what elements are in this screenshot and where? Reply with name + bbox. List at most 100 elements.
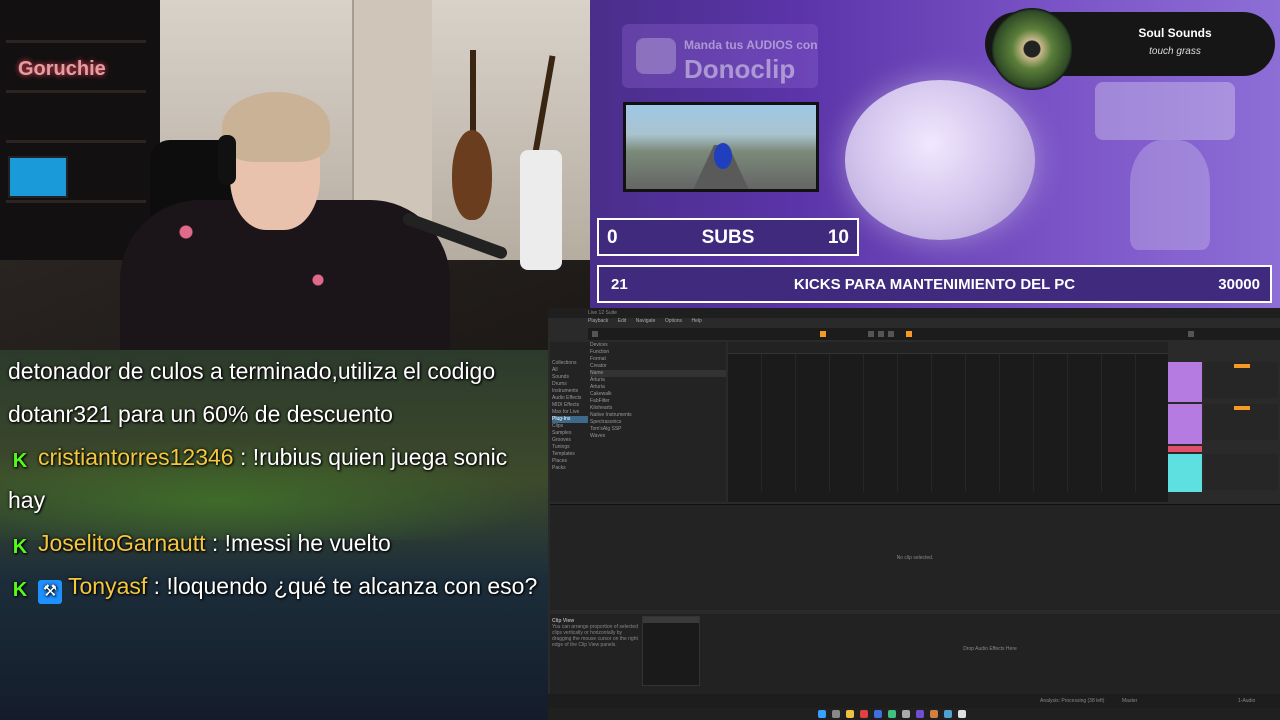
menu-edit[interactable]: Edit	[618, 318, 627, 324]
streamer-hair	[222, 92, 330, 162]
master-track-color[interactable]	[1168, 454, 1202, 492]
menu-help[interactable]: Help	[691, 318, 701, 324]
shelf-row	[6, 40, 146, 43]
subs-target: 10	[827, 227, 849, 248]
track-color-1[interactable]	[1168, 362, 1202, 402]
arrangement-grid[interactable]	[728, 354, 1168, 492]
browser-item[interactable]: Instruments	[552, 388, 588, 395]
app-icon[interactable]	[902, 710, 910, 718]
detail-view[interactable]: No clip selected.	[550, 504, 1280, 610]
daw-menubar: Playback Edit Navigate Options Help	[588, 318, 1280, 327]
drop-zone[interactable]: Drop Audio Effects Here	[700, 646, 1280, 652]
browser-item[interactable]: All	[552, 367, 588, 374]
app-icon[interactable]	[958, 710, 966, 718]
browser-item[interactable]: Plug-Ins	[552, 416, 588, 423]
track-color-2[interactable]	[1168, 404, 1202, 444]
browser-item[interactable]: Packs	[552, 465, 588, 472]
chat-message: Kcristiantorres12346 : !rubius quien jue…	[8, 436, 548, 522]
search-icon[interactable]	[832, 710, 840, 718]
browser-item[interactable]: Tunings	[552, 444, 588, 451]
track-headers	[1168, 362, 1280, 502]
subs-label: SUBS	[701, 227, 755, 248]
master-mixer[interactable]	[1204, 454, 1278, 490]
arrangement-view[interactable]	[728, 342, 1168, 502]
song-artist: touch grass	[1149, 46, 1201, 57]
overdub-button[interactable]	[906, 331, 912, 337]
status-bar: Analysis: Processing (38 left) Master 1-…	[548, 694, 1280, 708]
chat-username: cristiantorres12346	[38, 444, 234, 470]
app-icon[interactable]	[916, 710, 924, 718]
kick-badge-icon: K	[12, 450, 28, 472]
play-button[interactable]	[868, 331, 874, 337]
daw-titlebar[interactable]: Live 12 Suite	[548, 308, 1280, 318]
browser-item[interactable]: Drums	[552, 381, 588, 388]
browser-content: Devices Function Format Creator Name Art…	[590, 342, 726, 440]
folder-icon[interactable]	[846, 710, 854, 718]
track-color-3[interactable]	[1168, 446, 1202, 452]
menu-navigate[interactable]: Navigate	[636, 318, 656, 324]
arrangement-record-button[interactable]	[820, 331, 826, 337]
utility-device[interactable]	[642, 616, 700, 686]
plugin-folder[interactable]: Kilohearts	[590, 405, 726, 412]
plugin-folder[interactable]: Tom'sAlg SSP	[590, 426, 726, 433]
plugin-folder[interactable]: Spectrasonics	[590, 419, 726, 426]
browser-item[interactable]: Clips	[552, 423, 588, 430]
selected-track[interactable]: Master	[1122, 698, 1156, 704]
browser-item[interactable]: Grooves	[552, 437, 588, 444]
device-view[interactable]: Clip View You can arrange proportion of …	[550, 614, 1280, 694]
plugin-folder[interactable]: Cakewalk	[590, 391, 726, 398]
track-activator[interactable]	[1234, 364, 1250, 368]
plugin-folder[interactable]: Arturia	[590, 384, 726, 391]
tap-button[interactable]	[592, 331, 598, 337]
browser-item[interactable]: Templates	[552, 451, 588, 458]
app-icon[interactable]	[874, 710, 882, 718]
browser-panel: Collections All Sounds Drums Instruments…	[550, 342, 726, 502]
daw-window[interactable]: Live 12 Suite Playback Edit Navigate Opt…	[548, 308, 1280, 708]
stop-button[interactable]	[878, 331, 884, 337]
filter-creator[interactable]: Creator	[590, 363, 726, 370]
browser-item[interactable]: Collections	[552, 360, 588, 367]
browser-item[interactable]: Samples	[552, 430, 588, 437]
shelf-row	[6, 90, 146, 93]
filter-format[interactable]: Format	[590, 356, 726, 363]
browser-column-header[interactable]: Name	[590, 370, 726, 377]
plugin-folder[interactable]: Arturia	[590, 377, 726, 384]
device-header[interactable]	[643, 617, 699, 623]
track-activator[interactable]	[1234, 406, 1250, 410]
donoclip-tagline: Manda tus AUDIOS con	[684, 38, 818, 52]
game-video-embed	[623, 102, 819, 192]
start-icon[interactable]	[818, 710, 826, 718]
donoclip-logo: Donoclip	[684, 54, 796, 84]
plugin-folder[interactable]: FabFilter	[590, 398, 726, 405]
output-track[interactable]: 1-Audio	[1238, 698, 1255, 704]
record-button[interactable]	[888, 331, 894, 337]
app-icon[interactable]	[888, 710, 896, 718]
browser-item[interactable]: Sounds	[552, 374, 588, 381]
app-icon[interactable]	[860, 710, 868, 718]
browser-item[interactable]: MIDI Effects	[552, 402, 588, 409]
browser-item[interactable]: Places	[552, 458, 588, 465]
plugin-folder[interactable]: Native Instruments	[590, 412, 726, 419]
app-icon[interactable]	[930, 710, 938, 718]
no-clip-message: No clip selected.	[896, 555, 934, 561]
filter-devices[interactable]: Devices	[590, 342, 726, 349]
chat-panel: detonador de culos a terminado,utiliza e…	[0, 350, 548, 720]
plugin-folder[interactable]: Waves	[590, 433, 726, 440]
boombox-image	[1095, 82, 1235, 140]
transport-bar	[588, 328, 1280, 340]
menu-playback[interactable]: Playback	[588, 318, 608, 324]
kick-badge-icon: K	[12, 579, 28, 601]
browser-item[interactable]: Audio Effects	[552, 395, 588, 402]
browser-item[interactable]: Max for Live	[552, 409, 588, 416]
neon-sign: Goruchie	[18, 58, 106, 80]
track-mixer-1[interactable]	[1204, 362, 1278, 398]
timeline-ruler[interactable]	[728, 342, 1168, 354]
chat-username: Tonyasf	[68, 573, 148, 599]
browser-sidebar: Collections All Sounds Drums Instruments…	[552, 360, 588, 472]
info-view: Clip View You can arrange proportion of …	[552, 618, 638, 648]
track-mixer-2[interactable]	[1204, 404, 1278, 440]
menu-options[interactable]: Options	[665, 318, 682, 324]
app-icon[interactable]	[944, 710, 952, 718]
moderator-badge-icon: ⚒	[38, 580, 62, 604]
filter-function[interactable]: Function	[590, 349, 726, 356]
